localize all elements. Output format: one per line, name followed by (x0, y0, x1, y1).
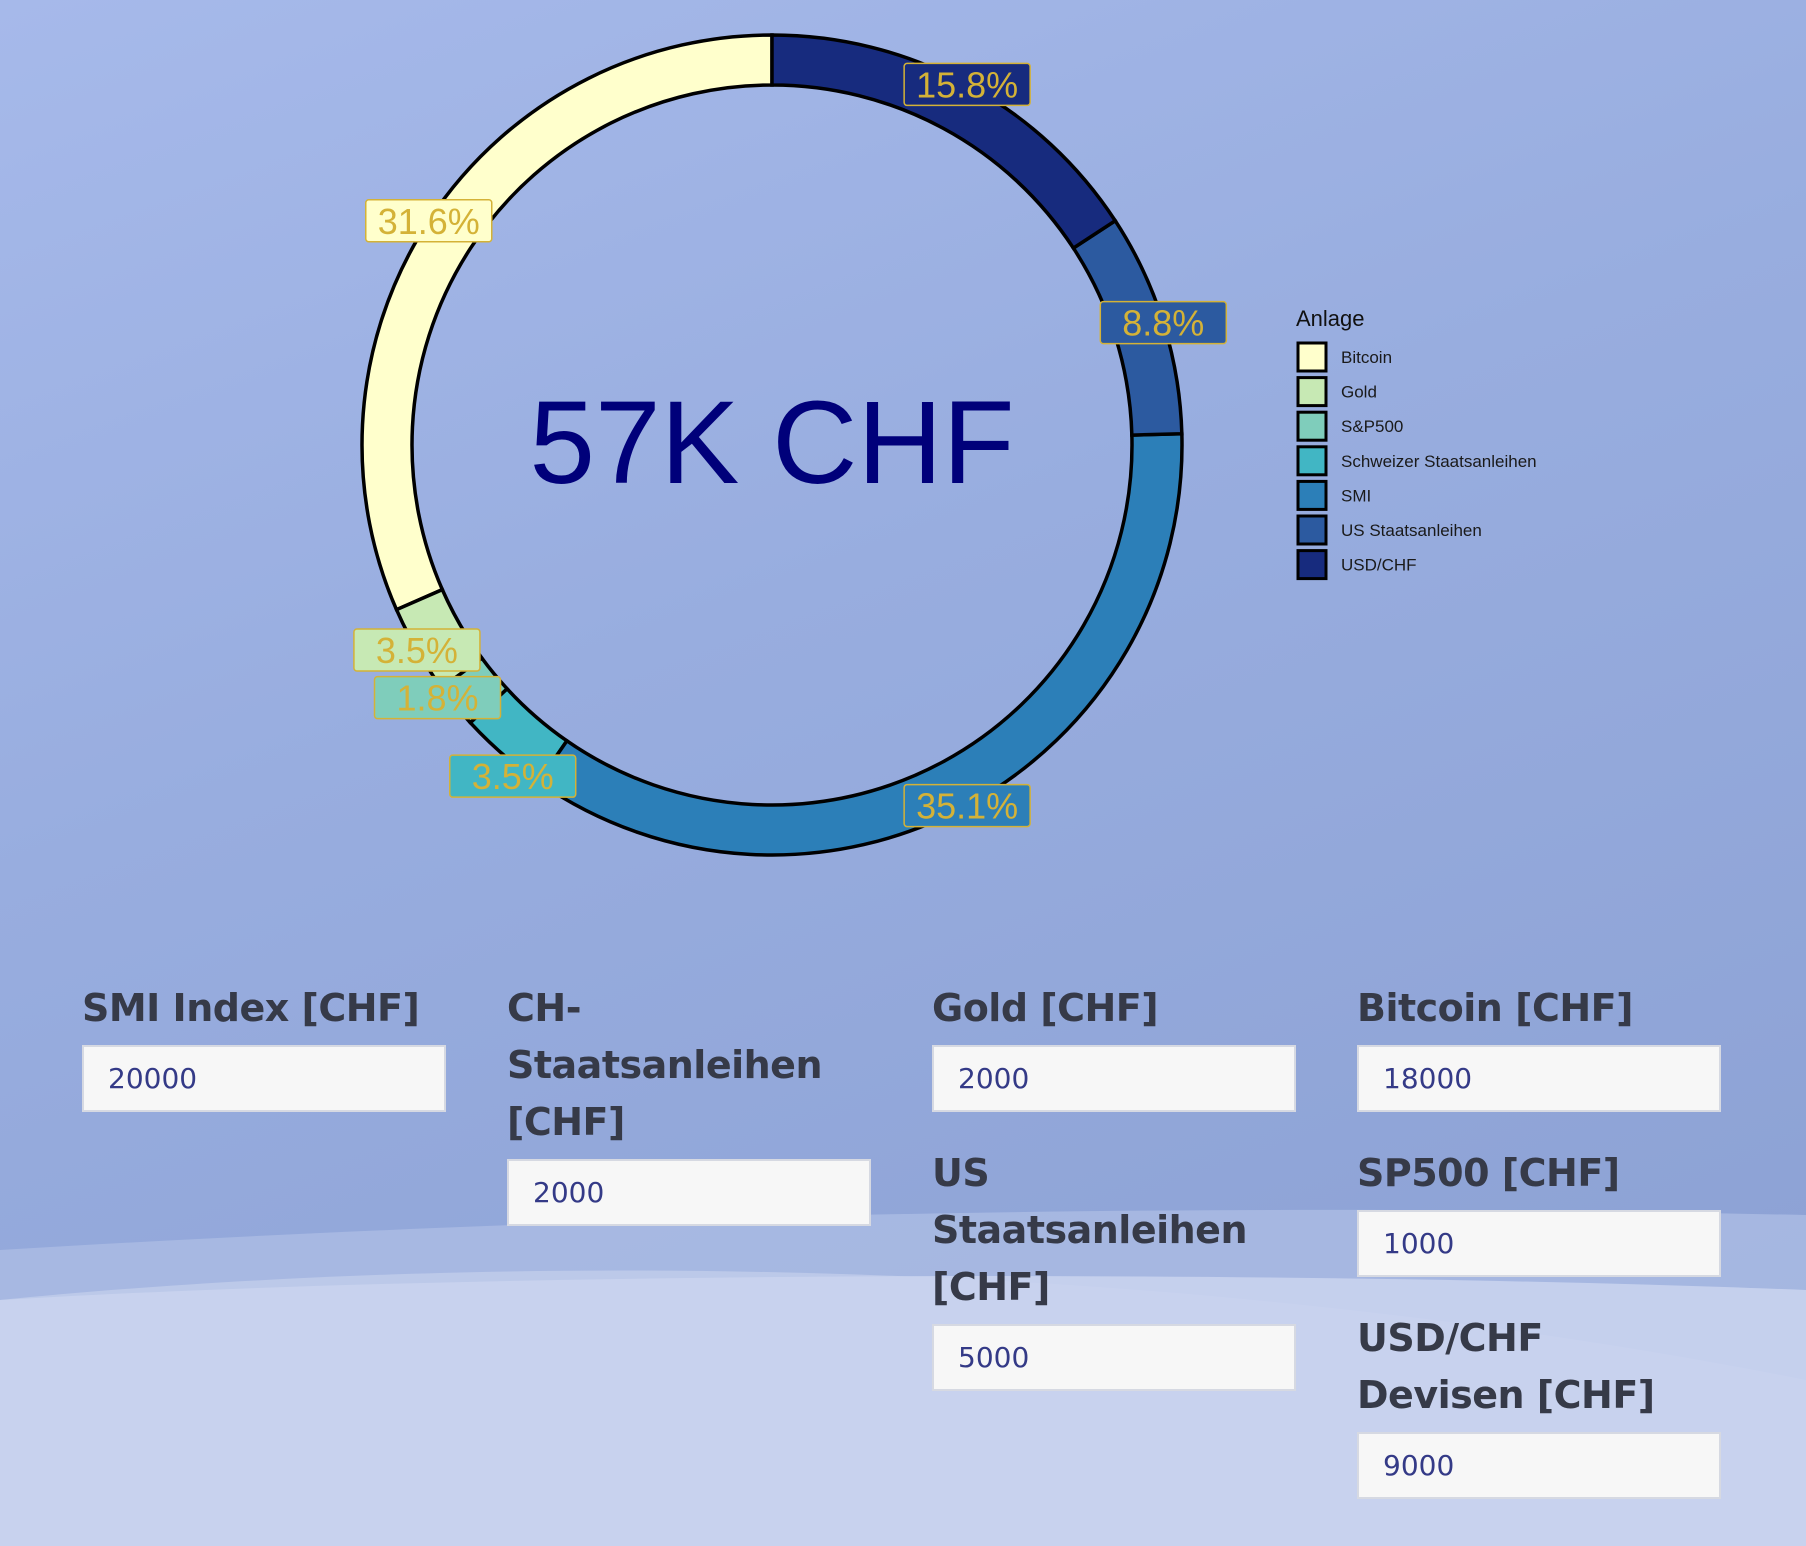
us-staatsanleihen-field: US Staatsanleihen [CHF] (932, 1145, 1296, 1391)
sp500-label: SP500 [CHF] (1357, 1151, 1620, 1195)
ch-staatsanleihen-input[interactable] (507, 1159, 871, 1226)
gold-input[interactable] (932, 1045, 1296, 1112)
ch-staatsanleihen-label: CH-Staatsanleihen [CHF] (507, 986, 823, 1144)
sp500-input[interactable] (1357, 1210, 1721, 1277)
sp500-field: SP500 [CHF] (1357, 1145, 1721, 1277)
usd-chf-label: USD/CHF Devisen [CHF] (1357, 1316, 1655, 1417)
bitcoin-label: Bitcoin [CHF] (1357, 986, 1633, 1030)
usd-chf-field: USD/CHF Devisen [CHF] (1357, 1310, 1721, 1499)
bitcoin-input[interactable] (1357, 1045, 1721, 1112)
usd-chf-input[interactable] (1357, 1432, 1721, 1499)
us-staatsanleihen-input[interactable] (932, 1324, 1296, 1391)
gold-field: Gold [CHF] (932, 980, 1296, 1112)
us-staatsanleihen-label: US Staatsanleihen [CHF] (932, 1151, 1248, 1309)
gold-label: Gold [CHF] (932, 986, 1159, 1030)
smi-index-input[interactable] (82, 1045, 446, 1112)
smi-index-label: SMI Index [CHF] (82, 986, 420, 1030)
smi-index-field: SMI Index [CHF] (82, 980, 446, 1112)
investment-form: SMI Index [CHF] CH-Staatsanleihen [CHF] … (0, 0, 1806, 1546)
bitcoin-field: Bitcoin [CHF] (1357, 980, 1721, 1112)
ch-staatsanleihen-field: CH-Staatsanleihen [CHF] (507, 980, 871, 1226)
